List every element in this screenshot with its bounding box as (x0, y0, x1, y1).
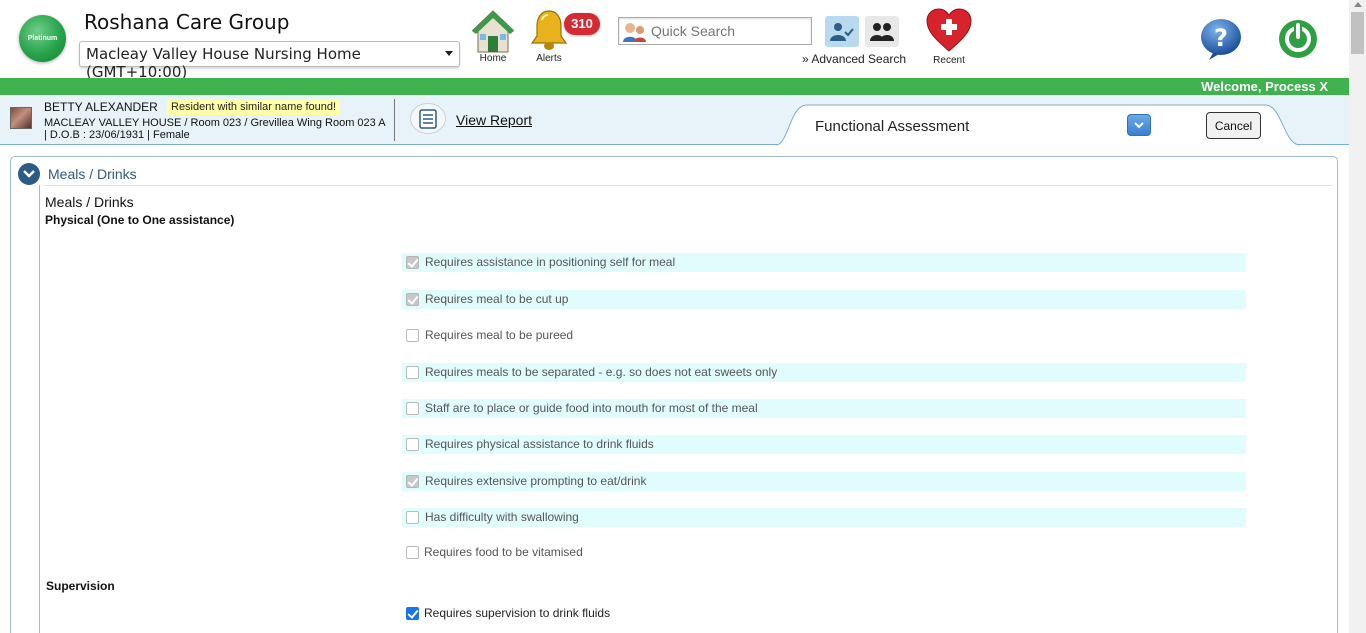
facility-select[interactable]: Macleay Valley House Nursing Home (GMT+1… (79, 41, 460, 81)
top-header: Platinum Roshana Care Group Macleay Vall… (0, 0, 1349, 81)
scrollbar[interactable] (1349, 0, 1366, 633)
option-label: Requires meals to be separated - e.g. so… (425, 365, 778, 379)
option-label: Has difficulty with swallowing (425, 510, 579, 524)
option-checkbox[interactable] (406, 329, 419, 342)
resident-location: MACLEAY VALLEY HOUSE / Room 023 / Grevil… (44, 117, 386, 129)
option-checkbox[interactable] (406, 402, 419, 415)
option-row: Has difficulty with swallowing (402, 508, 1246, 527)
platinum-logo[interactable]: Platinum (19, 15, 66, 62)
similar-name-badge: Resident with similar name found! (167, 100, 341, 115)
chevron-down-icon (23, 170, 35, 178)
option-checkbox[interactable] (406, 546, 419, 559)
option-checkbox[interactable] (406, 256, 419, 269)
option-checkbox[interactable] (406, 438, 419, 451)
document-icon (419, 108, 437, 129)
home-label: Home (479, 53, 507, 64)
panel-title: Meals / Drinks (48, 166, 137, 182)
option-row: Staff are to place or guide food into mo… (402, 399, 1246, 418)
scroll-up-icon[interactable] (1354, 2, 1362, 7)
scroll-thumb[interactable] (1351, 12, 1364, 54)
report-button[interactable] (410, 103, 446, 134)
facility-value: Macleay Valley House Nursing Home (GMT+1… (86, 45, 361, 81)
svg-text:?: ? (1214, 24, 1228, 52)
divider (43, 185, 1333, 186)
home-button[interactable]: Home (470, 8, 516, 64)
chevron-down-icon (1134, 121, 1144, 128)
divider (39, 185, 40, 633)
assessment-title: Functional Assessment (815, 118, 970, 135)
supervision-heading: Supervision (46, 579, 115, 593)
option-row: Requires meal to be cut up (402, 290, 1246, 309)
people-search-icon (623, 23, 646, 42)
option-label: Requires assistance in positioning self … (425, 255, 676, 269)
resident-avatar[interactable] (10, 107, 32, 129)
option-label: Staff are to place or guide food into mo… (425, 401, 758, 415)
option-label: Requires physical assistance to drink fl… (425, 437, 654, 451)
quick-search[interactable] (618, 17, 812, 45)
logout-button[interactable] (1277, 15, 1319, 61)
user-check-icon (830, 22, 854, 41)
users-icon (870, 22, 894, 41)
welcome-bar: Welcome, Process X (0, 78, 1349, 95)
option-row: Requires supervision to drink fluids (402, 604, 1246, 623)
recent-button[interactable]: Recent (925, 7, 973, 66)
option-label: Requires supervision to drink fluids (424, 606, 611, 620)
option-label: Requires meal to be cut up (425, 292, 569, 306)
option-checkbox[interactable] (406, 366, 419, 379)
advanced-search-link[interactable]: » Advanced Search (802, 52, 906, 66)
welcome-text: Welcome, Process X (1201, 79, 1328, 94)
assessment-dropdown[interactable] (1127, 114, 1151, 136)
divider (394, 99, 395, 141)
resident-dob: | D.O.B : 23/06/1931 | Female (44, 129, 190, 141)
section-label: Meals / Drinks (45, 194, 134, 210)
search-input[interactable] (651, 21, 807, 41)
option-row: Requires meals to be separated - e.g. so… (402, 363, 1246, 382)
resident-search-button[interactable] (825, 16, 859, 47)
option-checkbox[interactable] (406, 511, 419, 524)
org-title: Roshana Care Group (84, 10, 290, 34)
chevron-down-icon (445, 51, 453, 56)
option-checkbox[interactable] (406, 475, 419, 488)
physical-heading: Physical (One to One assistance) (45, 213, 235, 227)
option-row: Requires meal to be pureed (402, 326, 1246, 345)
collapse-toggle[interactable] (18, 163, 40, 185)
option-row: Requires assistance in positioning self … (402, 253, 1246, 272)
logo-text: Platinum (27, 35, 58, 42)
alerts-label: Alerts (536, 53, 562, 64)
recent-label: Recent (933, 55, 965, 66)
option-label: Requires food to be vitamised (424, 545, 583, 559)
option-row: Requires food to be vitamised (402, 543, 1246, 562)
alerts-count-badge: 310 (564, 13, 600, 35)
staff-search-button[interactable] (865, 16, 899, 47)
view-report-link[interactable]: View Report (456, 112, 532, 128)
option-label: Requires extensive prompting to eat/drin… (425, 474, 647, 488)
power-icon (1279, 20, 1317, 58)
resident-name[interactable]: BETTY ALEXANDER (44, 100, 158, 114)
question-icon: ? (1201, 19, 1241, 60)
option-row: Requires physical assistance to drink fl… (402, 435, 1246, 454)
app-page: Platinum Roshana Care Group Macleay Vall… (0, 0, 1366, 633)
option-label: Requires meal to be pureed (425, 328, 574, 342)
alerts-button[interactable]: Alerts (528, 8, 570, 64)
option-checkbox[interactable] (406, 607, 419, 620)
bell-icon (530, 10, 568, 50)
cancel-button[interactable]: Cancel (1206, 112, 1261, 139)
heart-plus-icon (926, 8, 972, 52)
option-row: Requires extensive prompting to eat/drin… (402, 472, 1246, 491)
house-icon (471, 10, 515, 53)
option-checkbox[interactable] (406, 293, 419, 306)
help-button[interactable]: ? (1199, 17, 1243, 61)
